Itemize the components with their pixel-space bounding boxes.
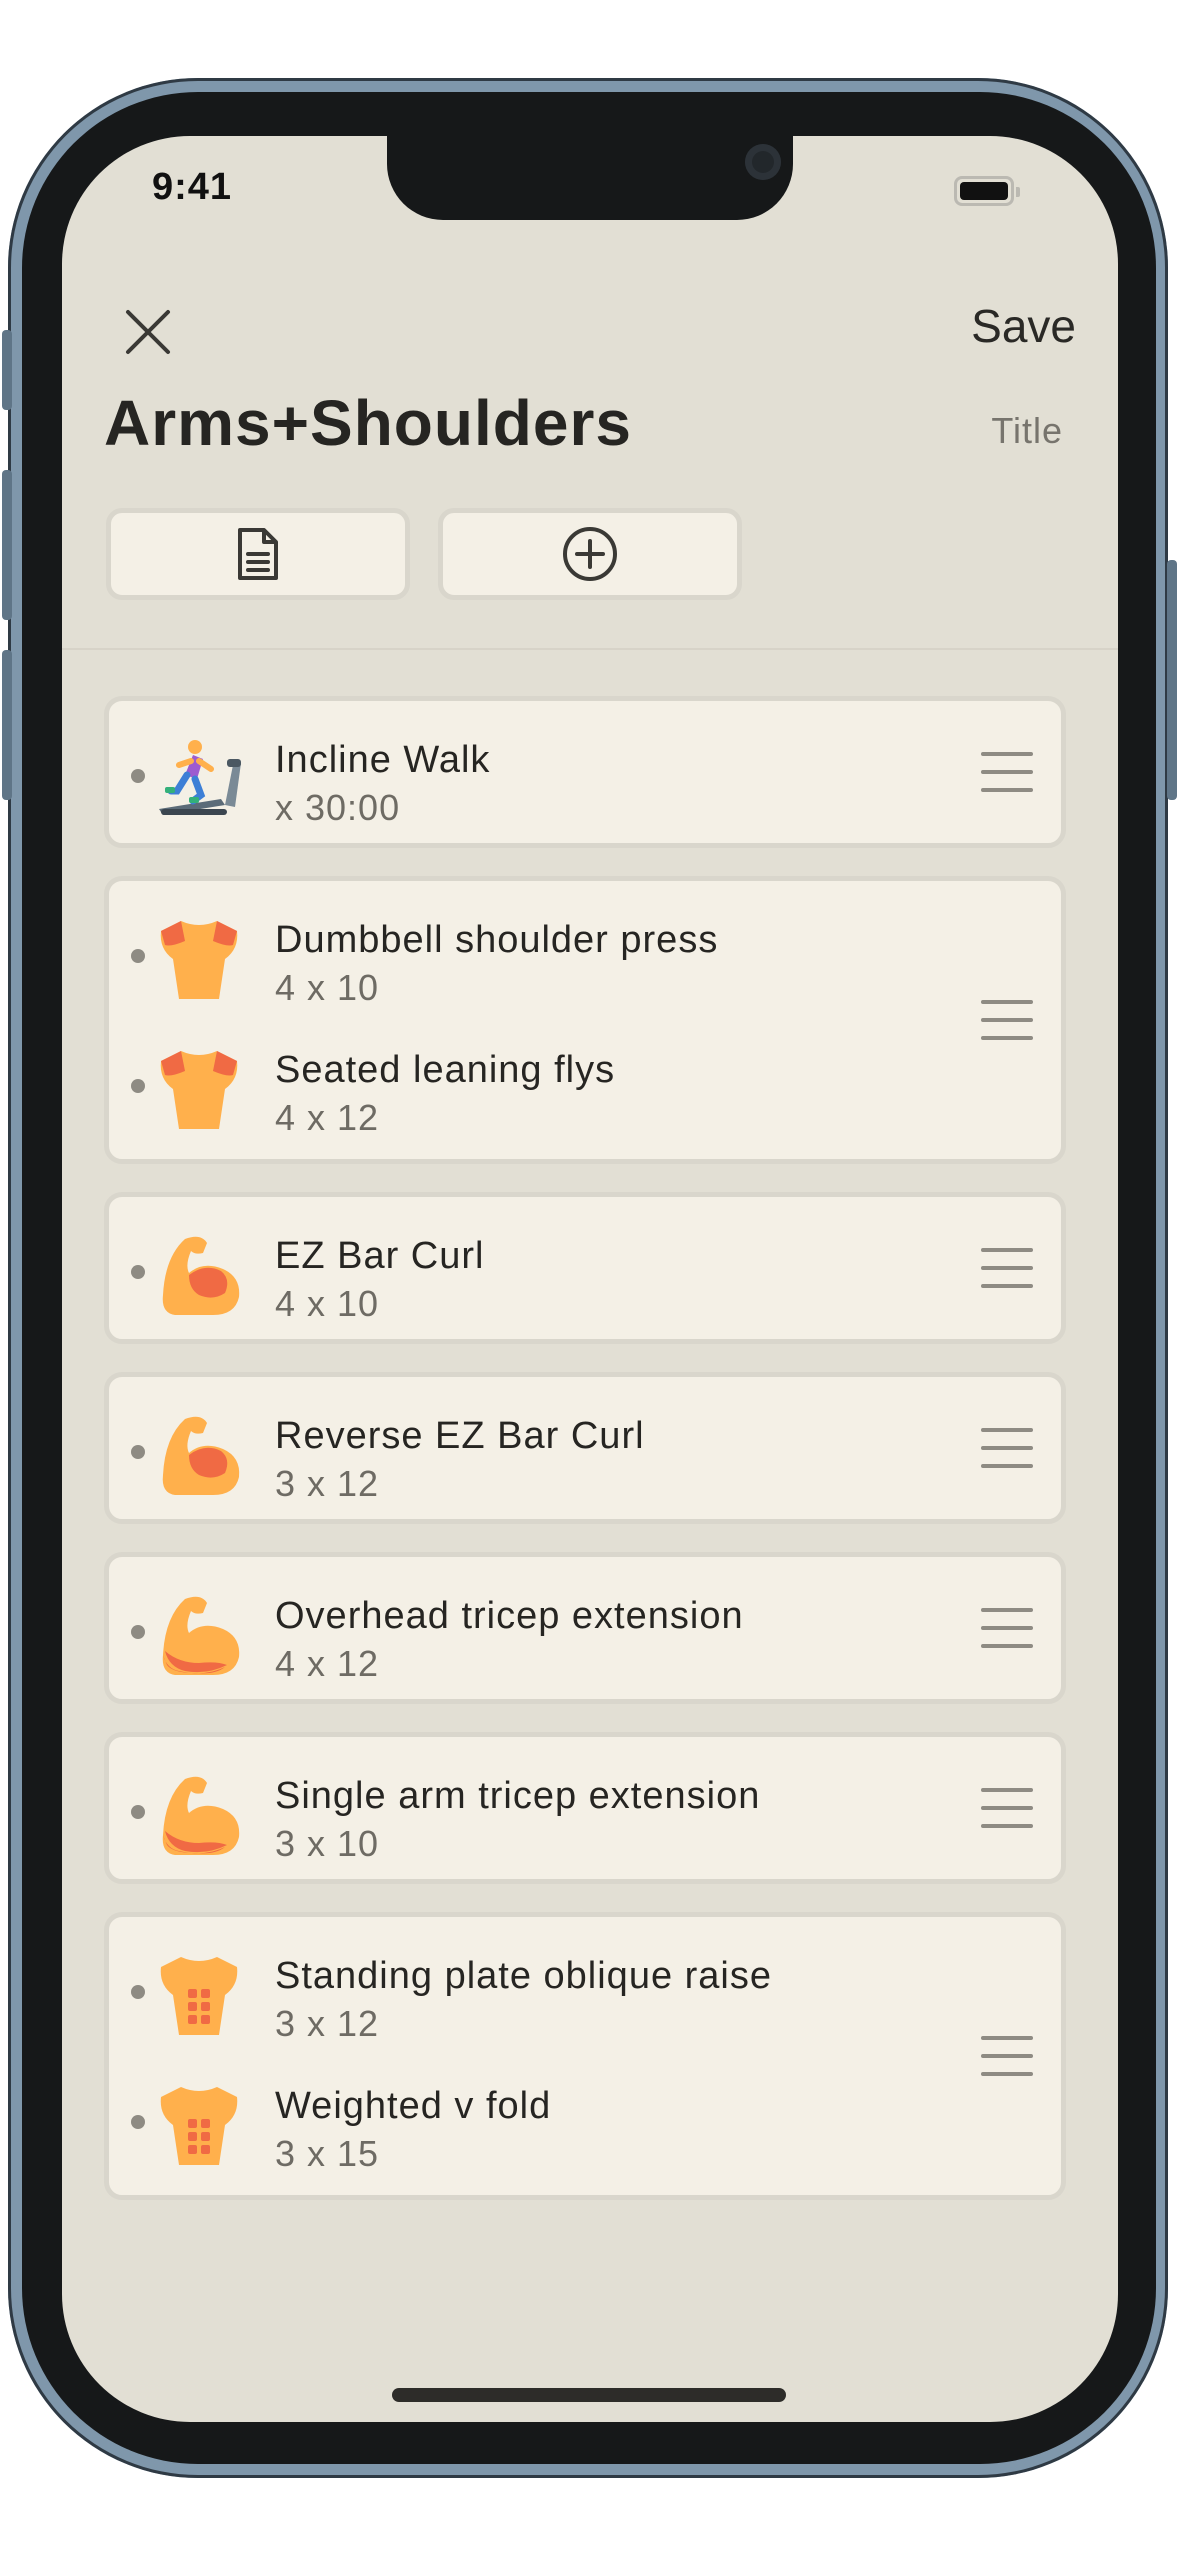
front-camera <box>745 144 781 180</box>
mute-switch <box>2 330 12 410</box>
drag-handle-icon[interactable] <box>981 1788 1033 1828</box>
document-icon <box>238 528 278 580</box>
exercise-name: Incline Walk <box>275 739 491 781</box>
exercise-name: Dumbbell shoulder press <box>275 919 719 961</box>
drag-handle-icon[interactable] <box>981 1608 1033 1648</box>
volume-down-button <box>2 650 12 800</box>
exercise-entry[interactable]: Seated leaning flys 4 x 12 <box>109 1023 1061 1153</box>
exercise-card[interactable]: Standing plate oblique raise 3 x 12 Weight… <box>104 1912 1066 2200</box>
exercise-entry[interactable]: EZ Bar Curl 4 x 10 <box>109 1209 1061 1337</box>
exercise-name: Overhead tricep extension <box>275 1595 744 1637</box>
exercise-list: Incline Walk x 30:00 Dumbbell shoulder pre… <box>104 696 1066 2228</box>
exercise-name: Reverse EZ Bar Curl <box>275 1415 645 1457</box>
abs-torso-icon <box>155 1951 243 2039</box>
home-indicator[interactable] <box>392 2388 786 2402</box>
bullet-dot <box>131 769 145 783</box>
exercise-sets: 3 x 12 <box>275 1463 380 1504</box>
exercise-card[interactable]: Overhead tricep extension 4 x 12 <box>104 1552 1066 1704</box>
biceps-arm-icon <box>155 1411 243 1499</box>
bullet-dot <box>131 1985 145 1999</box>
triceps-arm-icon <box>155 1591 243 1679</box>
title-label: Title <box>991 410 1063 451</box>
exercise-sets: 4 x 10 <box>275 1283 380 1324</box>
volume-up-button <box>2 470 12 620</box>
exercise-entry[interactable]: Reverse EZ Bar Curl 3 x 12 <box>109 1389 1061 1517</box>
exercise-card[interactable]: Dumbbell shoulder press 4 x 10 Seated lean… <box>104 876 1066 1164</box>
exercise-entry[interactable]: Dumbbell shoulder press 4 x 10 <box>109 893 1061 1023</box>
exercise-name: Single arm tricep extension <box>275 1775 761 1817</box>
exercise-card[interactable]: Incline Walk x 30:00 <box>104 696 1066 848</box>
exercise-sets: 3 x 10 <box>275 1823 380 1864</box>
app-screen: 9:41 Save Arms+Shoulders Title Incline W… <box>62 136 1118 2422</box>
exercise-sets: 4 x 12 <box>275 1097 380 1138</box>
exercise-name: Weighted v fold <box>275 2085 552 2127</box>
exercise-name: Seated leaning flys <box>275 1049 616 1091</box>
drag-handle-icon[interactable] <box>981 1248 1033 1288</box>
bullet-dot <box>131 1805 145 1819</box>
drag-handle-icon[interactable] <box>981 1428 1033 1468</box>
drag-handle-icon[interactable] <box>981 1000 1033 1040</box>
exercise-card[interactable]: Reverse EZ Bar Curl 3 x 12 <box>104 1372 1066 1524</box>
biceps-arm-icon <box>155 1231 243 1319</box>
exercise-entry[interactable]: Single arm tricep extension 3 x 10 <box>109 1749 1061 1877</box>
save-button[interactable]: Save <box>971 299 1076 353</box>
exercise-name: Standing plate oblique raise <box>275 1955 773 1997</box>
bullet-dot <box>131 1079 145 1093</box>
drag-handle-icon[interactable] <box>981 2036 1033 2076</box>
notch <box>387 136 793 220</box>
close-button[interactable] <box>112 296 184 368</box>
battery-icon <box>954 176 1020 206</box>
shoulders-torso-icon <box>155 1045 243 1133</box>
treadmill-runner-icon <box>155 735 243 823</box>
notes-button[interactable] <box>106 508 410 600</box>
exercise-name: EZ Bar Curl <box>275 1235 485 1277</box>
exercise-entry[interactable]: Standing plate oblique raise 3 x 12 <box>109 1929 1061 2059</box>
bullet-dot <box>131 1625 145 1639</box>
exercise-sets: 3 x 12 <box>275 2003 380 2044</box>
exercise-sets: x 30:00 <box>275 787 401 828</box>
exercise-sets: 3 x 15 <box>275 2133 380 2174</box>
exercise-card[interactable]: Single arm tricep extension 3 x 10 <box>104 1732 1066 1884</box>
exercise-entry[interactable]: Weighted v fold 3 x 15 <box>109 2059 1061 2189</box>
exercise-sets: 4 x 12 <box>275 1643 380 1684</box>
bullet-dot <box>131 1445 145 1459</box>
exercise-card[interactable]: EZ Bar Curl 4 x 10 <box>104 1192 1066 1344</box>
power-button <box>1167 560 1177 800</box>
bullet-dot <box>131 1265 145 1279</box>
add-exercise-button[interactable] <box>438 508 742 600</box>
bullet-dot <box>131 949 145 963</box>
page-title[interactable]: Arms+Shoulders <box>104 386 632 460</box>
close-icon <box>126 310 170 354</box>
drag-handle-icon[interactable] <box>981 752 1033 792</box>
header-divider <box>62 648 1118 650</box>
status-time: 9:41 <box>152 166 233 208</box>
shoulders-torso-icon <box>155 915 243 1003</box>
abs-torso-icon <box>155 2081 243 2169</box>
bullet-dot <box>131 2115 145 2129</box>
triceps-arm-icon <box>155 1771 243 1859</box>
exercise-entry[interactable]: Incline Walk x 30:00 <box>109 713 1061 841</box>
plus-circle-icon <box>563 527 617 581</box>
exercise-sets: 4 x 10 <box>275 967 380 1008</box>
exercise-entry[interactable]: Overhead tricep extension 4 x 12 <box>109 1569 1061 1697</box>
